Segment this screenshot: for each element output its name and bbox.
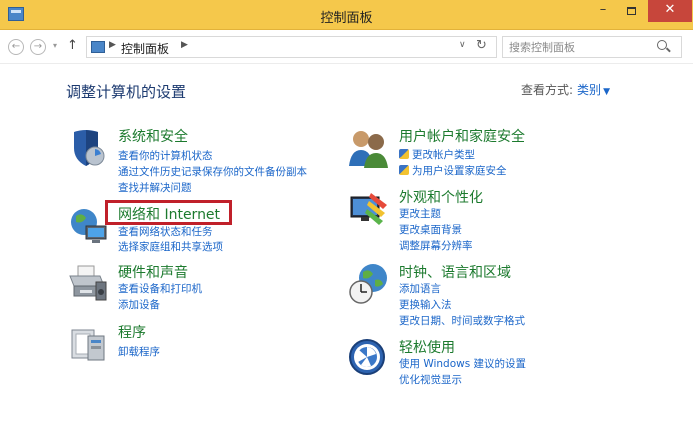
address-dropdown-icon[interactable]: ∨ bbox=[459, 40, 466, 50]
chevron-down-icon: ▾ bbox=[53, 41, 58, 50]
link-add-language[interactable]: 添加语言 bbox=[399, 281, 441, 296]
close-button[interactable]: ✕ bbox=[648, 0, 692, 22]
category-title[interactable]: 外观和个性化 bbox=[399, 187, 483, 207]
category-title[interactable]: 程序 bbox=[118, 322, 146, 342]
maximize-icon bbox=[626, 7, 636, 15]
link-adjust-resolution[interactable]: 调整屏幕分辨率 bbox=[399, 238, 473, 253]
link-uninstall-program[interactable]: 卸载程序 bbox=[118, 344, 160, 359]
category-title[interactable]: 硬件和声音 bbox=[118, 262, 188, 282]
control-panel-icon bbox=[91, 41, 105, 53]
forward-arrow-icon: → bbox=[33, 41, 43, 52]
link-change-input-method[interactable]: 更换输入法 bbox=[399, 297, 452, 312]
accessibility-icon[interactable] bbox=[347, 337, 391, 381]
link-change-desktop-background[interactable]: 更改桌面背景 bbox=[399, 222, 462, 237]
appearance-icon[interactable] bbox=[347, 187, 391, 231]
breadcrumb-separator-icon[interactable]: ▶ bbox=[109, 40, 116, 50]
link-view-computer-status[interactable]: 查看你的计算机状态 bbox=[118, 148, 213, 163]
close-icon: ✕ bbox=[664, 2, 676, 17]
shield-icon[interactable] bbox=[66, 126, 110, 170]
page-title: 调整计算机的设置 bbox=[66, 83, 187, 101]
link-change-date-time-format[interactable]: 更改日期、时间或数字格式 bbox=[399, 313, 525, 328]
breadcrumb-separator-icon[interactable]: ▶ bbox=[181, 40, 188, 50]
programs-icon[interactable] bbox=[66, 322, 110, 366]
recent-locations-button[interactable]: ▾ bbox=[53, 41, 57, 50]
refresh-icon[interactable]: ↻ bbox=[476, 38, 487, 53]
minimize-button[interactable]: – bbox=[590, 0, 616, 22]
printer-icon[interactable] bbox=[66, 262, 110, 306]
up-arrow-icon: ↑ bbox=[67, 38, 78, 53]
clock-globe-icon[interactable] bbox=[347, 262, 391, 306]
category-title[interactable]: 系统和安全 bbox=[118, 126, 188, 146]
category-title[interactable]: 时钟、语言和区域 bbox=[399, 262, 511, 282]
search-icon[interactable] bbox=[657, 40, 667, 50]
highlight-annotation-box bbox=[105, 200, 232, 225]
uac-shield-icon bbox=[399, 149, 409, 159]
link-devices-printers[interactable]: 查看设备和打印机 bbox=[118, 281, 202, 296]
view-by-control: 查看方式: 类别 ▼ bbox=[521, 81, 610, 98]
navigation-bar: ← → ▾ ↑ ▶ 控制面板 ▶ ∨ ↻ bbox=[0, 30, 693, 64]
network-globe-icon[interactable] bbox=[66, 204, 110, 248]
search-box[interactable] bbox=[502, 36, 682, 58]
users-icon[interactable] bbox=[347, 126, 391, 170]
category-title[interactable]: 轻松使用 bbox=[399, 337, 455, 357]
chevron-down-icon[interactable]: ▼ bbox=[603, 87, 610, 97]
title-bar: 控制面板 – ✕ bbox=[0, 0, 693, 30]
back-arrow-icon: ← bbox=[11, 41, 21, 52]
link-troubleshoot[interactable]: 查找并解决问题 bbox=[118, 180, 192, 195]
link-network-status[interactable]: 查看网络状态和任务 bbox=[118, 224, 213, 239]
up-button[interactable]: ↑ bbox=[67, 38, 78, 53]
category-title[interactable]: 用户帐户和家庭安全 bbox=[399, 126, 525, 146]
address-bar[interactable]: ▶ 控制面板 ▶ ∨ ↻ bbox=[86, 36, 497, 58]
maximize-button[interactable] bbox=[618, 0, 644, 22]
view-by-dropdown[interactable]: 类别 bbox=[577, 83, 601, 97]
link-homegroup-sharing[interactable]: 选择家庭组和共享选项 bbox=[118, 239, 223, 254]
link-family-safety[interactable]: 为用户设置家庭安全 bbox=[399, 163, 507, 178]
link-windows-recommended-settings[interactable]: 使用 Windows 建议的设置 bbox=[399, 356, 526, 371]
breadcrumb-control-panel[interactable]: 控制面板 bbox=[121, 40, 169, 57]
link-file-history-backup[interactable]: 通过文件历史记录保存你的文件备份副本 bbox=[118, 164, 307, 179]
link-add-device[interactable]: 添加设备 bbox=[118, 297, 160, 312]
link-optimize-visual-display[interactable]: 优化视觉显示 bbox=[399, 372, 462, 387]
back-button[interactable]: ← bbox=[8, 39, 24, 55]
search-input[interactable] bbox=[509, 39, 654, 55]
minimize-icon: – bbox=[599, 2, 607, 17]
view-by-label: 查看方式: bbox=[521, 83, 574, 97]
link-change-account-type[interactable]: 更改帐户类型 bbox=[399, 147, 475, 162]
link-change-theme[interactable]: 更改主题 bbox=[399, 206, 441, 221]
uac-shield-icon bbox=[399, 165, 409, 175]
forward-button[interactable]: → bbox=[30, 39, 46, 55]
